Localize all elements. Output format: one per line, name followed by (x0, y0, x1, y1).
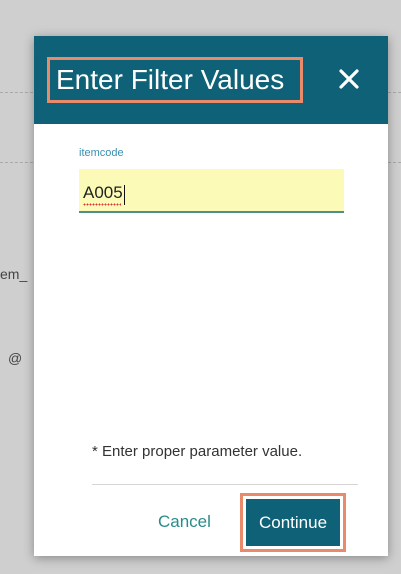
dialog-header: Enter Filter Values (34, 36, 388, 124)
spellcheck-underline (83, 203, 121, 206)
close-button[interactable] (332, 62, 366, 96)
itemcode-input[interactable] (79, 169, 344, 213)
background-field-text: @ (8, 350, 23, 366)
parameter-hint: * Enter proper parameter value. (92, 443, 303, 460)
continue-button[interactable]: Continue (246, 499, 340, 546)
cancel-button[interactable]: Cancel (158, 512, 211, 532)
close-icon (339, 69, 359, 89)
background-field-text: em_ (0, 266, 28, 282)
footer-divider (92, 484, 358, 485)
text-caret (124, 185, 125, 205)
itemcode-label: itemcode (79, 147, 124, 159)
filter-dialog: Enter Filter Values itemcode * Enter pro… (34, 36, 388, 556)
dialog-title: Enter Filter Values (56, 64, 285, 95)
